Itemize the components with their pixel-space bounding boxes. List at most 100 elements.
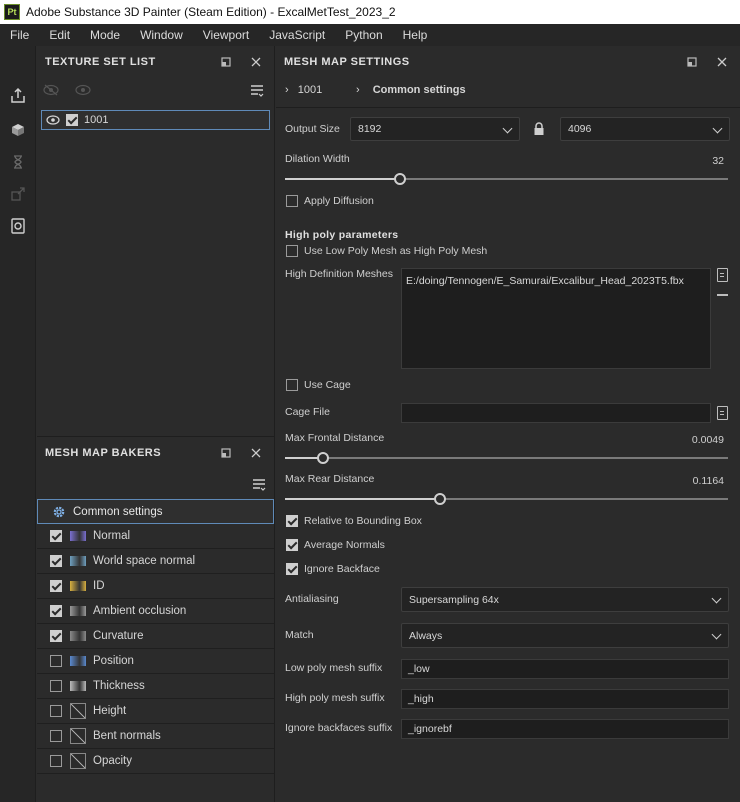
use-cage-row[interactable]: Use Cage bbox=[286, 379, 351, 391]
baker-checkbox[interactable] bbox=[50, 705, 62, 717]
baker-row[interactable]: Ambient occlusion bbox=[37, 599, 274, 624]
menu-viewport[interactable]: Viewport bbox=[193, 24, 259, 46]
list-settings-icon[interactable] bbox=[250, 84, 264, 101]
baker-row[interactable]: Normal bbox=[37, 524, 274, 549]
menu-mode[interactable]: Mode bbox=[80, 24, 130, 46]
cage-file-label: Cage File bbox=[285, 406, 330, 418]
menu-python[interactable]: Python bbox=[335, 24, 392, 46]
output-width-value: 8192 bbox=[358, 123, 382, 135]
max-rear-slider-handle[interactable] bbox=[434, 493, 447, 505]
high-suffix-input[interactable]: _high bbox=[401, 689, 729, 709]
baker-checkbox[interactable] bbox=[50, 580, 62, 592]
dilation-width-value: 32 bbox=[712, 155, 724, 167]
average-normals-row[interactable]: Average Normals bbox=[286, 539, 385, 551]
menu-file[interactable]: File bbox=[0, 24, 39, 46]
baker-label: Height bbox=[93, 705, 127, 717]
relative-bbox-checkbox[interactable] bbox=[286, 515, 298, 527]
match-dropdown[interactable]: Always bbox=[401, 623, 729, 648]
baker-label: Bent normals bbox=[93, 730, 161, 742]
apply-diffusion-checkbox[interactable] bbox=[286, 195, 298, 207]
use-low-poly-checkbox[interactable] bbox=[286, 245, 298, 257]
menu-window[interactable]: Window bbox=[130, 24, 193, 46]
transform-icon[interactable] bbox=[8, 184, 28, 204]
hd-mesh-item[interactable]: E:/doing/Tennogen/E_Samurai/Excalibur_He… bbox=[406, 275, 706, 287]
max-rear-slider-fill bbox=[285, 498, 441, 500]
baker-row[interactable]: Position bbox=[37, 649, 274, 674]
lock-icon[interactable] bbox=[533, 122, 545, 139]
baker-row[interactable]: Height bbox=[37, 699, 274, 724]
max-frontal-slider-handle[interactable] bbox=[316, 452, 329, 464]
average-normals-checkbox[interactable] bbox=[286, 539, 298, 551]
breadcrumb-set[interactable]: › 1001 bbox=[285, 84, 322, 96]
eye-icon[interactable] bbox=[46, 115, 60, 125]
list-settings-icon[interactable] bbox=[252, 478, 266, 495]
antialiasing-dropdown[interactable]: Supersampling 64x bbox=[401, 587, 729, 612]
output-width-dropdown[interactable]: 8192 bbox=[350, 117, 520, 141]
export-icon[interactable] bbox=[8, 86, 28, 106]
menu-help[interactable]: Help bbox=[393, 24, 438, 46]
baker-row[interactable]: Bent normals bbox=[37, 724, 274, 749]
baker-label: Opacity bbox=[93, 755, 132, 767]
texture-set-row[interactable]: 1001 bbox=[41, 110, 270, 130]
use-low-poly-label: Use Low Poly Mesh as High Poly Mesh bbox=[304, 245, 488, 257]
display-settings-icon[interactable] bbox=[8, 216, 28, 236]
relative-bbox-row[interactable]: Relative to Bounding Box bbox=[286, 515, 422, 527]
dilation-slider-fill bbox=[285, 178, 401, 180]
use-low-poly-row[interactable]: Use Low Poly Mesh as High Poly Mesh bbox=[286, 245, 487, 257]
popout-icon[interactable] bbox=[684, 54, 700, 70]
file-icon[interactable] bbox=[717, 406, 728, 420]
bake-mesh-icon[interactable] bbox=[8, 120, 28, 140]
popout-icon[interactable] bbox=[218, 54, 234, 70]
menu-javascript[interactable]: JavaScript bbox=[259, 24, 335, 46]
match-label: Match bbox=[285, 629, 314, 641]
popout-icon[interactable] bbox=[218, 445, 234, 461]
baker-checkbox[interactable] bbox=[50, 655, 62, 667]
baker-thumbnail-icon bbox=[70, 753, 86, 769]
remove-icon[interactable] bbox=[717, 294, 728, 296]
baker-row[interactable]: ID bbox=[37, 574, 274, 599]
close-icon[interactable] bbox=[248, 445, 264, 461]
chevron-down-icon bbox=[712, 123, 723, 134]
apply-diffusion-row[interactable]: Apply Diffusion bbox=[286, 195, 374, 207]
mesh-map-bakers-panel: MESH MAP BAKERS Common settings Normal Wo… bbox=[37, 436, 275, 802]
hourglass-icon[interactable] bbox=[8, 152, 28, 172]
window-title: Adobe Substance 3D Painter (Steam Editio… bbox=[26, 5, 396, 19]
baker-checkbox[interactable] bbox=[50, 555, 62, 567]
baker-checkbox[interactable] bbox=[50, 680, 62, 692]
dilation-slider-handle[interactable] bbox=[394, 173, 407, 185]
output-height-dropdown[interactable]: 4096 bbox=[560, 117, 730, 141]
apply-diffusion-label: Apply Diffusion bbox=[304, 195, 374, 207]
common-settings-row[interactable]: Common settings bbox=[37, 499, 274, 524]
close-icon[interactable] bbox=[714, 54, 730, 70]
baker-row[interactable]: Curvature bbox=[37, 624, 274, 649]
cage-file-field[interactable] bbox=[401, 403, 711, 423]
baker-row[interactable]: Thickness bbox=[37, 674, 274, 699]
eye-icon[interactable] bbox=[75, 84, 91, 99]
use-cage-label: Use Cage bbox=[304, 379, 351, 391]
baker-checkbox[interactable] bbox=[50, 730, 62, 742]
breadcrumb-section[interactable]: › Common settings bbox=[356, 84, 466, 96]
baker-thumbnail-icon bbox=[70, 606, 86, 616]
baker-checkbox[interactable] bbox=[50, 605, 62, 617]
close-icon[interactable] bbox=[248, 54, 264, 70]
breadcrumb-section-label: Common settings bbox=[372, 84, 466, 96]
ignore-backface-label: Ignore Backface bbox=[304, 563, 380, 575]
file-icon[interactable] bbox=[717, 268, 728, 282]
baker-thumbnail-icon bbox=[70, 728, 86, 744]
use-cage-checkbox[interactable] bbox=[286, 379, 298, 391]
baker-row[interactable]: World space normal bbox=[37, 549, 274, 574]
ignore-backface-checkbox[interactable] bbox=[286, 563, 298, 575]
baker-thumbnail-icon bbox=[70, 631, 86, 641]
ignore-backface-row[interactable]: Ignore Backface bbox=[286, 563, 380, 575]
ignore-suffix-input[interactable]: _ignorebf bbox=[401, 719, 729, 739]
baker-checkbox[interactable] bbox=[50, 530, 62, 542]
low-suffix-input[interactable]: _low bbox=[401, 659, 729, 679]
texture-set-checkbox[interactable] bbox=[66, 114, 78, 126]
baker-checkbox[interactable] bbox=[50, 630, 62, 642]
menu-edit[interactable]: Edit bbox=[39, 24, 80, 46]
max-frontal-slider-track[interactable] bbox=[285, 457, 728, 459]
hd-meshes-list[interactable]: E:/doing/Tennogen/E_Samurai/Excalibur_He… bbox=[401, 268, 711, 369]
eye-hidden-icon[interactable] bbox=[43, 84, 59, 99]
baker-checkbox[interactable] bbox=[50, 755, 62, 767]
baker-row[interactable]: Opacity bbox=[37, 749, 274, 774]
